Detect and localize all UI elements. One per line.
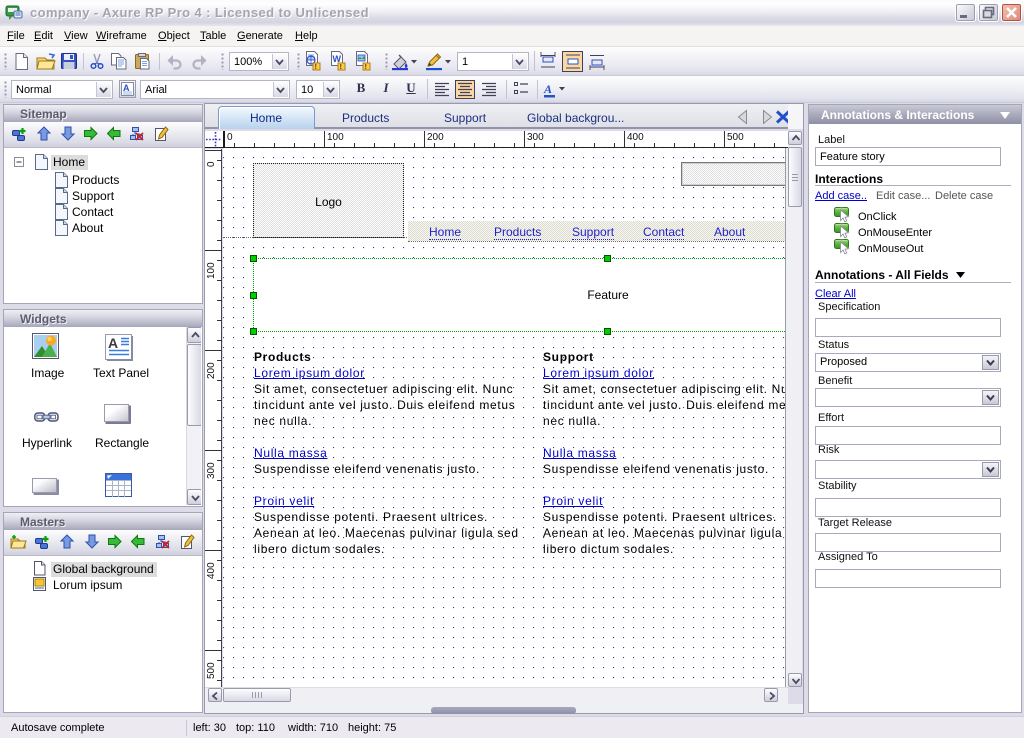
svg-text:!: ! [340, 64, 342, 71]
svg-text:A: A [123, 83, 130, 93]
svg-text:!: ! [365, 64, 367, 71]
svg-text:A: A [108, 335, 118, 351]
svg-text:!: ! [315, 64, 317, 71]
svg-text:A: A [543, 82, 552, 96]
